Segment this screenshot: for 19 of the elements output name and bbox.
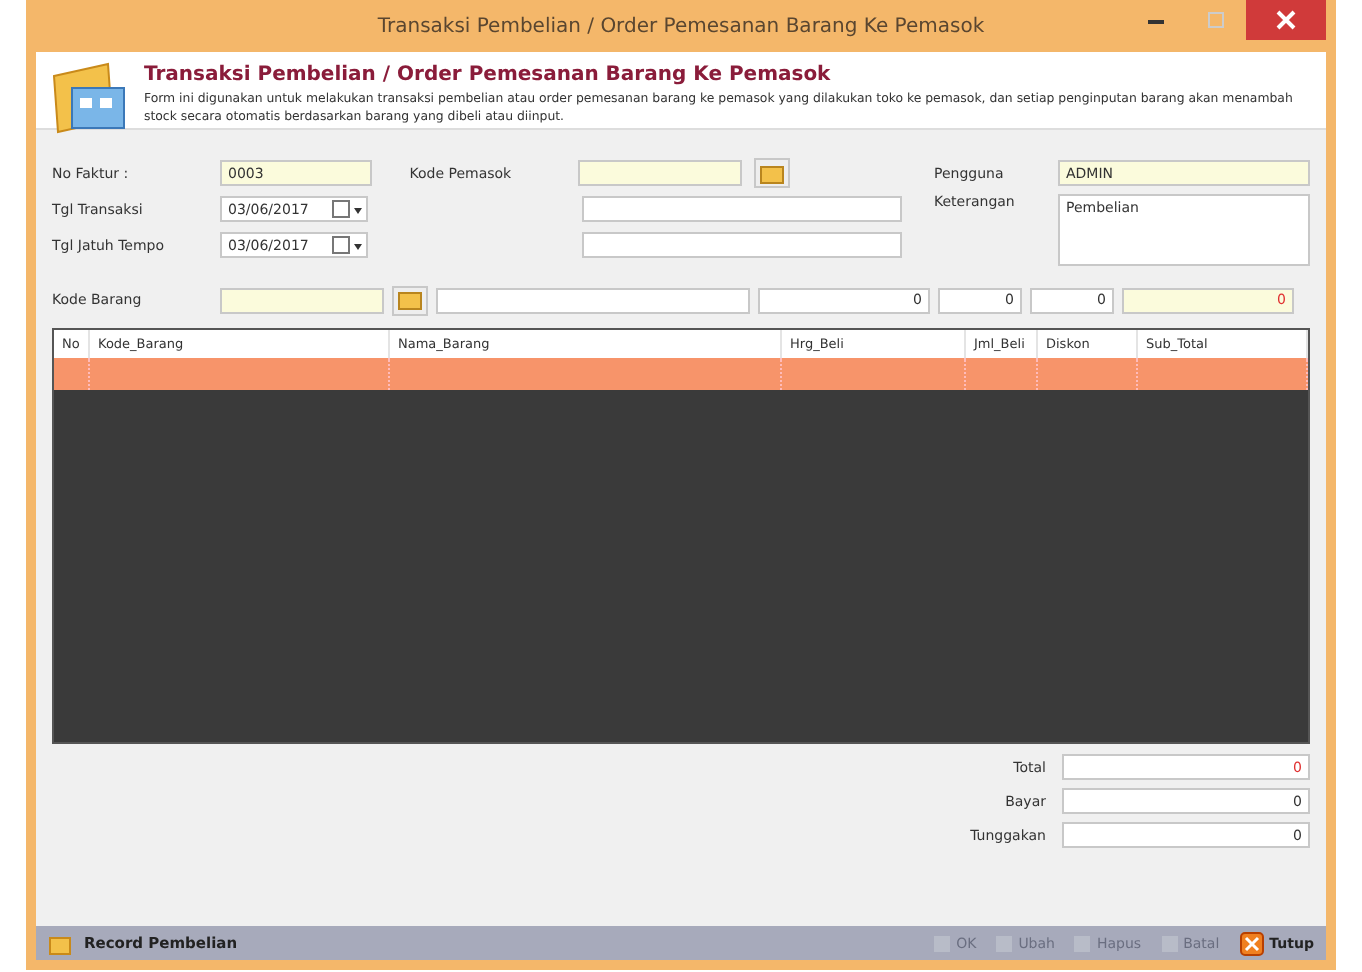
table-row[interactable] xyxy=(54,358,1308,390)
input-field[interactable] xyxy=(581,232,902,258)
input-field[interactable] xyxy=(581,196,902,222)
calendar-icon xyxy=(332,199,364,219)
input-field[interactable] xyxy=(220,287,384,313)
calendar-icon xyxy=(332,235,364,255)
search-button[interactable] xyxy=(753,158,790,188)
input-field[interactable] xyxy=(577,160,742,186)
header-title: Transaksi Pembelian / Order Pemesanan Barang Ke Pemasok xyxy=(144,64,833,86)
folder-icon xyxy=(759,163,784,183)
search-button[interactable] xyxy=(392,285,428,315)
close-button[interactable] xyxy=(1246,0,1326,40)
window-title: Transaksi Pembelian / Order Pemesanan Barang Ke Pemasok xyxy=(375,15,987,37)
folder-icon xyxy=(48,931,72,955)
close-icon xyxy=(1239,931,1264,955)
input-field[interactable] xyxy=(436,287,750,313)
folder-icon xyxy=(398,290,422,310)
close-icon xyxy=(1276,10,1296,30)
maximize-icon xyxy=(1206,10,1226,30)
